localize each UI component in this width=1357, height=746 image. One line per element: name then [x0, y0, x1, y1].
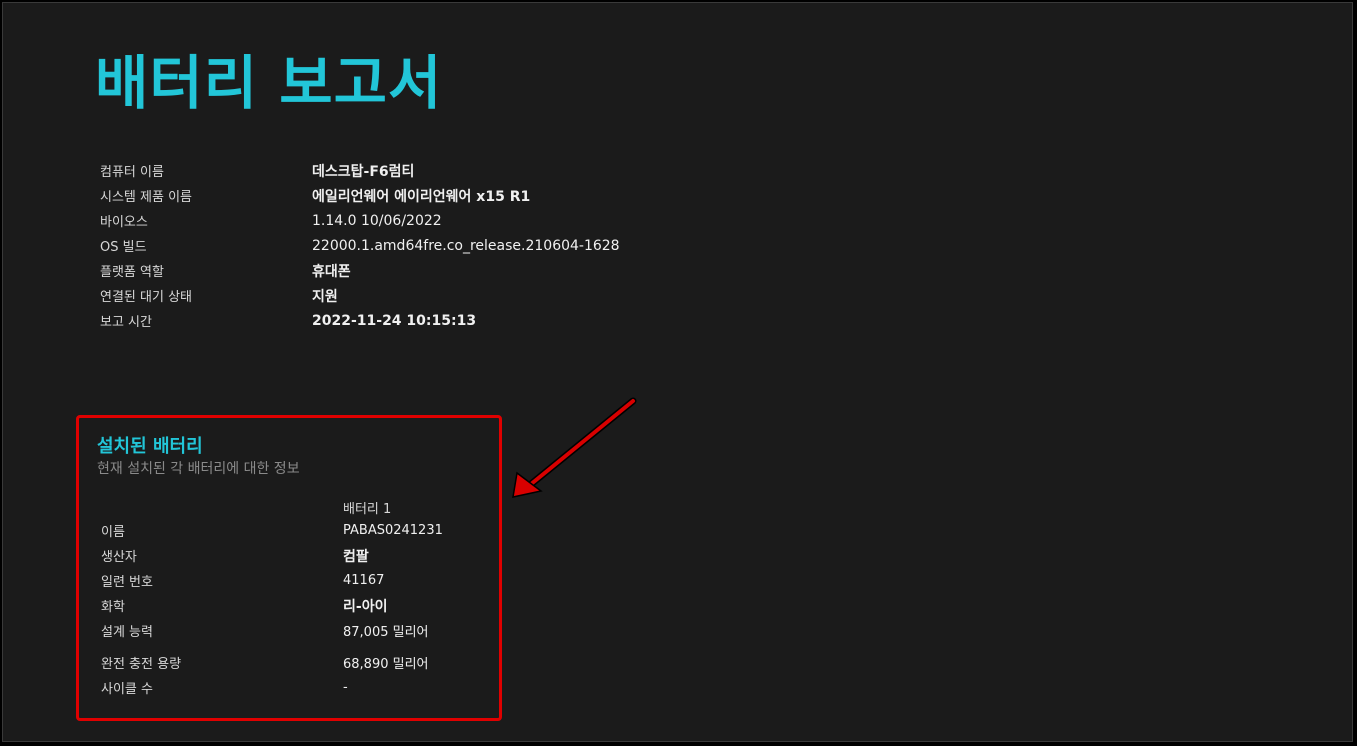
info-label: OS 빌드: [100, 240, 147, 255]
battery-label: 생산자: [101, 550, 137, 565]
battery-row-name: 이름 PABAS0241231: [101, 518, 443, 543]
section-title: 설치된 배터리: [97, 436, 203, 457]
battery-label: 이름: [101, 525, 125, 540]
battery-label: 일련 번호: [101, 575, 153, 590]
info-row-computer-name: 컴퓨터 이름 데스크탑-F6럼티: [100, 158, 620, 183]
battery-row-design-capacity: 설계 능력 87,005 밀리어: [101, 618, 443, 643]
info-value: 데스크탑-F6럼티: [312, 163, 415, 180]
section-subtitle: 현재 설치된 각 배터리에 대한 정보: [97, 461, 300, 477]
battery-table: 이름 PABAS0241231 생산자 컴팔 일련 번호 41167 화학 리-…: [101, 518, 443, 700]
info-row-platform-role: 플랫폼 역할 휴대폰: [100, 258, 620, 283]
info-row-system-product: 시스템 제품 이름 에일리언웨어 에이리언웨어 x15 R1: [100, 183, 620, 208]
battery-value: 컴팔: [343, 548, 369, 565]
battery-value: PABAS0241231: [343, 523, 443, 538]
info-label: 연결된 대기 상태: [100, 290, 192, 305]
system-info-table: 컴퓨터 이름 데스크탑-F6럼티 시스템 제품 이름 에일리언웨어 에이리언웨어…: [100, 158, 620, 333]
info-value: 22000.1.amd64fre.co_release.210604-1628: [312, 237, 620, 254]
battery-value: 68,890 밀리어: [343, 657, 429, 672]
info-row-os-build: OS 빌드 22000.1.amd64fre.co_release.210604…: [100, 233, 620, 258]
info-label: 플랫폼 역할: [100, 265, 164, 280]
info-row-connected-standby: 연결된 대기 상태 지원: [100, 283, 620, 308]
battery-row-serial: 일련 번호 41167: [101, 568, 443, 593]
red-arrow-icon: [512, 397, 637, 498]
battery-row-manufacturer: 생산자 컴팔: [101, 543, 443, 568]
battery-value: -: [343, 680, 348, 695]
battery-column-header: 배터리 1: [343, 502, 392, 517]
battery-value: 41167: [343, 573, 385, 588]
battery-row-full-charge-capacity: 완전 충전 용량 68,890 밀리어: [101, 650, 443, 675]
info-value: 2022-11-24 10:15:13: [312, 312, 477, 329]
info-value: 휴대폰: [312, 263, 351, 280]
installed-batteries-section: 설치된 배터리 현재 설치된 각 배터리에 대한 정보 배터리 1 이름 PAB…: [76, 415, 502, 721]
battery-value: 리-아이: [343, 598, 388, 615]
battery-label: 완전 충전 용량: [101, 657, 182, 672]
report-window: 배터리 보고서 컴퓨터 이름 데스크탑-F6럼티 시스템 제품 이름 에일리언웨…: [2, 2, 1353, 742]
info-label: 컴퓨터 이름: [100, 165, 164, 180]
battery-label: 설계 능력: [101, 625, 153, 640]
info-label: 바이오스: [100, 215, 148, 230]
page-title: 배터리 보고서: [95, 49, 443, 117]
battery-row-cycle-count: 사이클 수 -: [101, 675, 443, 700]
info-value: 1.14.0 10/06/2022: [312, 212, 442, 229]
battery-label: 화학: [101, 600, 125, 615]
battery-value: 87,005 밀리어: [343, 625, 429, 640]
battery-row-chemistry: 화학 리-아이: [101, 593, 443, 618]
info-label: 보고 시간: [100, 315, 152, 330]
info-value: 지원: [312, 288, 338, 305]
info-value: 에일리언웨어 에이리언웨어 x15 R1: [312, 188, 531, 205]
battery-label: 사이클 수: [101, 682, 153, 697]
info-row-bios: 바이오스 1.14.0 10/06/2022: [100, 208, 620, 233]
info-row-report-time: 보고 시간 2022-11-24 10:15:13: [100, 308, 620, 333]
info-label: 시스템 제품 이름: [100, 190, 192, 205]
